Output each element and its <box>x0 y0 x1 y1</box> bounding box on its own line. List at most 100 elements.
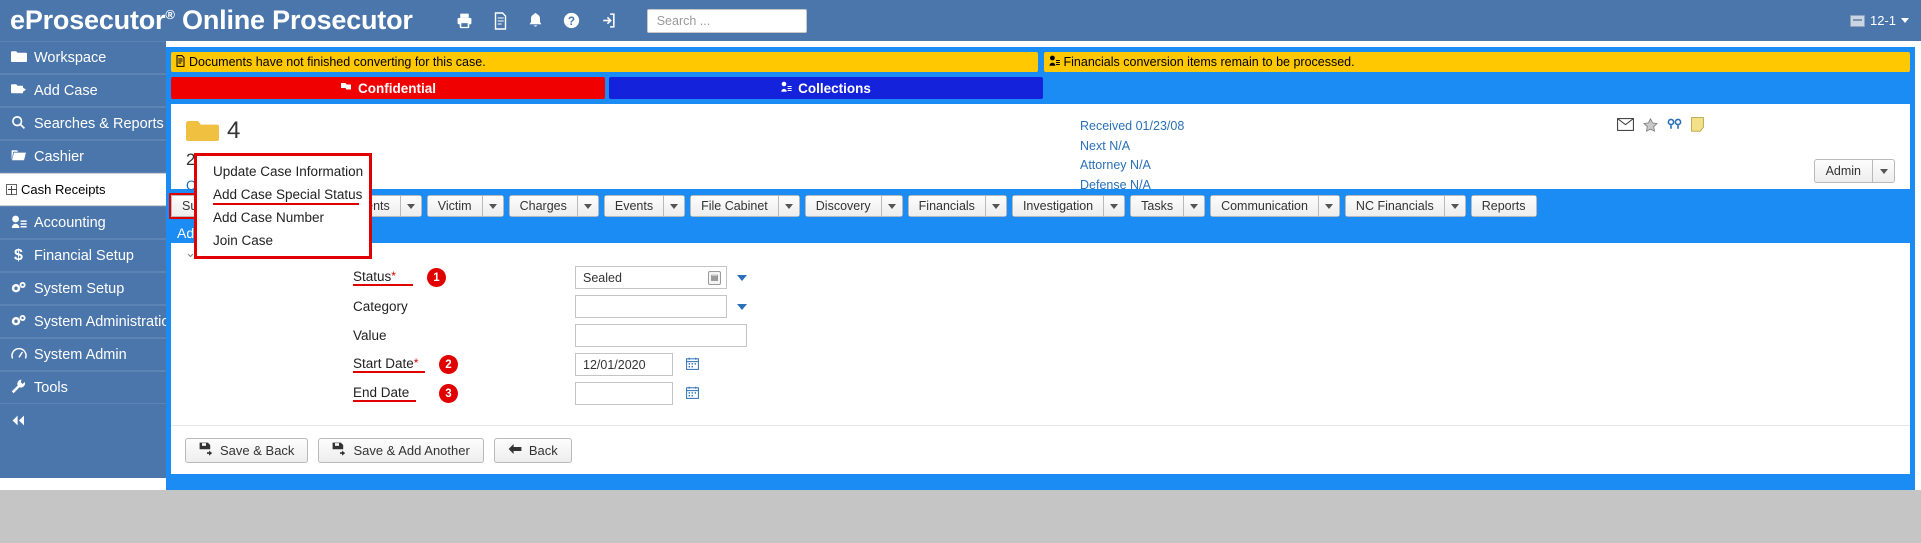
tab-label[interactable]: Tasks <box>1130 195 1185 217</box>
banner-confidential[interactable]: Confidential <box>171 77 605 99</box>
sidebar-item-workspace[interactable]: Workspace <box>0 41 166 74</box>
menu-item-label: Add Case Number <box>213 210 325 225</box>
step-badge-1: 1 <box>427 268 446 287</box>
tab-dropdown-button[interactable] <box>1444 195 1466 217</box>
tab-file-cabinet[interactable]: File Cabinet <box>690 195 800 217</box>
calendar-icon[interactable] <box>686 386 699 402</box>
sidebar-item-accounting[interactable]: Accounting <box>0 206 166 239</box>
menu-item-label: Join Case <box>213 233 274 248</box>
sidebar-item-system-administration[interactable]: System Administration <box>0 305 166 338</box>
tab-investigation[interactable]: Investigation <box>1011 195 1126 217</box>
tab-dropdown-button[interactable] <box>985 195 1007 217</box>
case-selector[interactable]: 12-1 <box>1849 0 1909 41</box>
form-row-start-date: Start Date * 2 12/01/2020 <box>171 350 1910 379</box>
lookup-icon[interactable]: ▤ <box>708 270 721 285</box>
start-date-input[interactable]: 12/01/2020 <box>575 353 673 376</box>
notification-bell-icon[interactable] <box>528 12 543 29</box>
sidebar-item-label: Add Case <box>34 82 98 99</box>
tab-dropdown-button[interactable] <box>1318 195 1340 217</box>
meta-label: Received <box>1080 119 1133 133</box>
alert-documents-converting[interactable]: Documents have not finished converting f… <box>171 52 1038 72</box>
tab-financials[interactable]: Financials <box>907 195 1007 217</box>
tab-dropdown-button[interactable] <box>778 195 800 217</box>
chevron-down-icon <box>583 203 592 209</box>
sidebar-item-add-case[interactable]: Add Case <box>0 74 166 107</box>
expand-plus-icon[interactable] <box>6 184 17 195</box>
tab-discovery[interactable]: Discovery <box>804 195 903 217</box>
menu-item-join-case[interactable]: Join Case <box>197 229 369 252</box>
banner-label: Confidential <box>358 80 436 96</box>
admin-button-group[interactable]: Admin <box>1813 159 1895 183</box>
status-dropdown-caret-icon[interactable] <box>737 274 747 281</box>
money-icon <box>1049 55 1060 70</box>
sidebar-item-tools[interactable]: Tools <box>0 371 166 404</box>
tab-dropdown-button[interactable] <box>577 195 599 217</box>
tab-label[interactable]: Communication <box>1210 195 1319 217</box>
value-input[interactable] <box>575 324 747 347</box>
link-icon[interactable] <box>1667 118 1682 136</box>
envelope-icon[interactable] <box>1617 118 1634 136</box>
top-bar-icon-group: ? <box>456 11 617 30</box>
category-dropdown-caret-icon[interactable] <box>737 303 747 310</box>
tab-dropdown-button[interactable] <box>664 195 686 217</box>
tab-charges[interactable]: Charges <box>508 195 599 217</box>
case-context-menu: Update Case Information Add Case Special… <box>194 153 372 259</box>
tab-events[interactable]: Events <box>603 195 686 217</box>
tab-dropdown-button[interactable] <box>1104 195 1126 217</box>
sidebar-item-label: Cashier <box>34 148 84 165</box>
admin-button[interactable]: Admin <box>1813 159 1873 183</box>
tab-dropdown-button[interactable] <box>482 195 504 217</box>
end-date-input[interactable] <box>575 382 673 405</box>
value-label: Value <box>353 328 413 343</box>
tab-reports[interactable]: Reports <box>1470 195 1537 217</box>
sidebar-item-cashier[interactable]: Cashier <box>0 140 166 173</box>
tab-nc-financials[interactable]: NC Financials <box>1344 195 1466 217</box>
gear-icon <box>10 281 27 296</box>
tab-label[interactable]: File Cabinet <box>690 195 779 217</box>
sidebar-item-searches-reports[interactable]: Searches & Reports <box>0 107 166 140</box>
menu-item-update-case-information[interactable]: Update Case Information <box>197 160 369 183</box>
tab-label[interactable]: NC Financials <box>1344 195 1445 217</box>
note-icon[interactable] <box>1691 117 1704 137</box>
tab-label[interactable]: Discovery <box>804 195 882 217</box>
document-icon[interactable] <box>493 11 508 30</box>
tab-dropdown-button[interactable] <box>1184 195 1206 217</box>
sidebar-item-label: Cash Receipts <box>21 182 106 197</box>
tab-label[interactable]: Events <box>603 195 665 217</box>
chevron-down-icon[interactable] <box>1901 18 1909 23</box>
sidebar-item-label: System Setup <box>34 280 125 297</box>
admin-dropdown-button[interactable] <box>1873 159 1895 183</box>
tab-dropdown-button[interactable] <box>881 195 903 217</box>
alert-financials-conversion[interactable]: Financials conversion items remain to be… <box>1043 52 1910 72</box>
sidebar-item-financial-setup[interactable]: $ Financial Setup <box>0 239 166 272</box>
sidebar-item-cash-receipts[interactable]: Cash Receipts <box>0 173 166 206</box>
tab-label[interactable]: Reports <box>1470 195 1537 217</box>
tab-label[interactable]: Investigation <box>1011 195 1105 217</box>
tab-tasks[interactable]: Tasks <box>1130 195 1206 217</box>
calendar-icon[interactable] <box>686 357 699 373</box>
sidebar-item-system-setup[interactable]: System Setup <box>0 272 166 305</box>
search-input[interactable] <box>654 12 806 29</box>
tab-label[interactable]: Financials <box>907 195 986 217</box>
meta-value: N/A <box>1109 138 1131 153</box>
tab-victim[interactable]: Victim <box>426 195 504 217</box>
banner-collections[interactable]: Collections <box>609 77 1043 99</box>
sidebar-item-system-admin[interactable]: System Admin <box>0 338 166 371</box>
tab-label[interactable]: Charges <box>508 195 578 217</box>
back-button[interactable]: Back <box>493 437 572 463</box>
logout-icon[interactable] <box>600 12 617 29</box>
tab-dropdown-button[interactable] <box>400 195 422 217</box>
save-and-add-another-button[interactable]: Save & Add Another <box>318 437 484 463</box>
search-box[interactable] <box>646 8 807 33</box>
tab-communication[interactable]: Communication <box>1210 195 1340 217</box>
save-and-back-button[interactable]: Save & Back <box>185 437 309 463</box>
print-icon[interactable] <box>456 12 473 29</box>
category-input[interactable] <box>575 295 727 318</box>
menu-item-add-case-special-status[interactable]: Add Case Special Status <box>197 183 369 206</box>
star-icon[interactable] <box>1643 117 1658 137</box>
menu-item-add-case-number[interactable]: Add Case Number <box>197 206 369 229</box>
help-icon[interactable]: ? <box>563 12 580 29</box>
tab-label[interactable]: Victim <box>426 195 483 217</box>
sidebar-collapse-button[interactable] <box>0 404 166 436</box>
status-input[interactable]: Sealed ▤ <box>575 266 727 289</box>
